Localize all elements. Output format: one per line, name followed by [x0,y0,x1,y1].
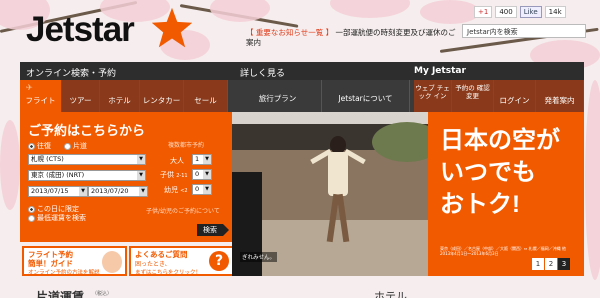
destination-select[interactable]: 東京 (成田) (NRT) ▼ [28,170,146,181]
adult-label: 大人 [170,157,184,165]
child-label: 子供 2-11 [160,171,188,179]
facebook-like-button[interactable]: Like [519,6,542,18]
question-icon: ? [209,251,229,271]
gplus-count: 400 [495,6,517,18]
tab-about-jetstar[interactable]: Jetstarについて [322,80,410,112]
lowest-fare-radio[interactable]: 最低運賃を検索 [28,213,86,223]
headline-line1: 日本の空が [440,127,560,154]
pager-2[interactable]: 2 [545,258,557,270]
hero-banner[interactable]: ぎれみせん。 日本の空が いつでも おトク! 東京（成田）／名古屋（中部）／大阪… [232,112,584,276]
fare-heading: 片道運賃 [36,290,85,298]
notice-label[interactable]: 【 重要なお知らせ一覧 】 [246,28,333,37]
origin-select[interactable]: 札幌 (CTS) ▼ [28,154,146,165]
child-select[interactable]: 0 ▼ [192,169,212,180]
nav-my-jetstar: My Jetstar [414,66,466,76]
infant-select[interactable]: 0 ▼ [192,184,212,195]
depart-date-input[interactable]: 2013/07/15 ▼ [28,186,88,197]
tab-travel-plan[interactable]: 旅行プラン [234,80,322,112]
hero-pager: 1 2 3 [532,258,570,270]
social-buttons: +1 400 Like 14k [474,6,566,18]
notice-bar: 【 重要なお知らせ一覧 】 一部運航便の時刻変更及び運休のご案内 [246,28,461,48]
hotel-heading: ホテル [374,290,407,298]
search-arrow-icon [223,224,229,236]
nav-online-booking: オンライン検索・予約 [26,69,117,79]
tab-login[interactable]: ログイン [494,80,536,112]
search-button[interactable]: 検索 [197,224,223,236]
tabs-row: ✈ フライト ツアー ホテル レンタカー セール 旅行プラン Jetstarにつ… [20,80,584,112]
jetstar-logo[interactable]: Jetstar [26,7,193,50]
adult-select[interactable]: 1 ▼ [192,154,212,165]
tab-hotel[interactable]: ホテル [100,80,140,112]
jumping-person-image [310,134,366,254]
fare-note: （税込） [92,291,113,297]
faq-banner[interactable]: よくあるご質問 困ったとき、 まずはこちらをクリック！ ? [129,246,234,276]
child-infant-help-link[interactable]: 子供/幼児のご予約について [146,206,220,215]
tab-confirm-change[interactable]: 予約の 確認変更 [452,80,494,112]
headline-line3: おトク! [440,191,520,218]
infant-label: 幼児 <2 [164,186,188,194]
return-date-input[interactable]: 2013/07/20 ▼ [88,186,148,197]
pager-3[interactable]: 3 [558,258,570,270]
booking-title: ご予約はこちらから [28,124,146,139]
facebook-count: 14k [544,6,566,18]
airplane-icon: ✈ [26,83,33,92]
nav-explore: 詳しく見る [240,69,286,79]
tab-arrival-info[interactable]: 発着案内 [536,80,584,112]
star-icon [151,7,193,48]
site-search-input[interactable]: Jetstar内を検索 [462,24,586,38]
hero-copy: 日本の空が いつでも おトク! 東京（成田）／名古屋（中部）／大阪（関西）⇔ 札… [428,112,584,276]
booking-panel: ご予約はこちらから 複数都市予約 往復 片道 札幌 (CTS) ▼ 東京 (成田)… [20,112,232,242]
roundtrip-radio[interactable]: 往復 [28,141,51,151]
tab-flight[interactable]: ✈ フライト [20,80,62,112]
guide-character-icon [102,251,122,273]
oneway-radio[interactable]: 片道 [64,141,87,151]
multi-city-link[interactable]: 複数都市予約 [168,140,204,149]
photo-caption: ぎれみせん。 [240,252,278,262]
gplus-button[interactable]: +1 [474,6,493,18]
tab-rental-car[interactable]: レンタカー [140,80,184,112]
main-nav: オンライン検索・予約 詳しく見る My Jetstar [20,62,584,80]
headline-line2: いつでも [440,159,536,186]
tab-web-checkin[interactable]: ウェブ チェック イン [414,80,452,112]
pager-1[interactable]: 1 [532,258,544,270]
flight-guide-banner[interactable]: フライト予約 簡単！ガイド オンライン予約の方法を解説 [22,246,127,276]
hero-fine-print: 東京（成田）／名古屋（中部）／大阪（関西）⇔ 札幌／福岡／沖縄 他 2013年4… [440,246,566,256]
tab-tour[interactable]: ツアー [62,80,100,112]
tab-sale[interactable]: セール [184,80,228,112]
